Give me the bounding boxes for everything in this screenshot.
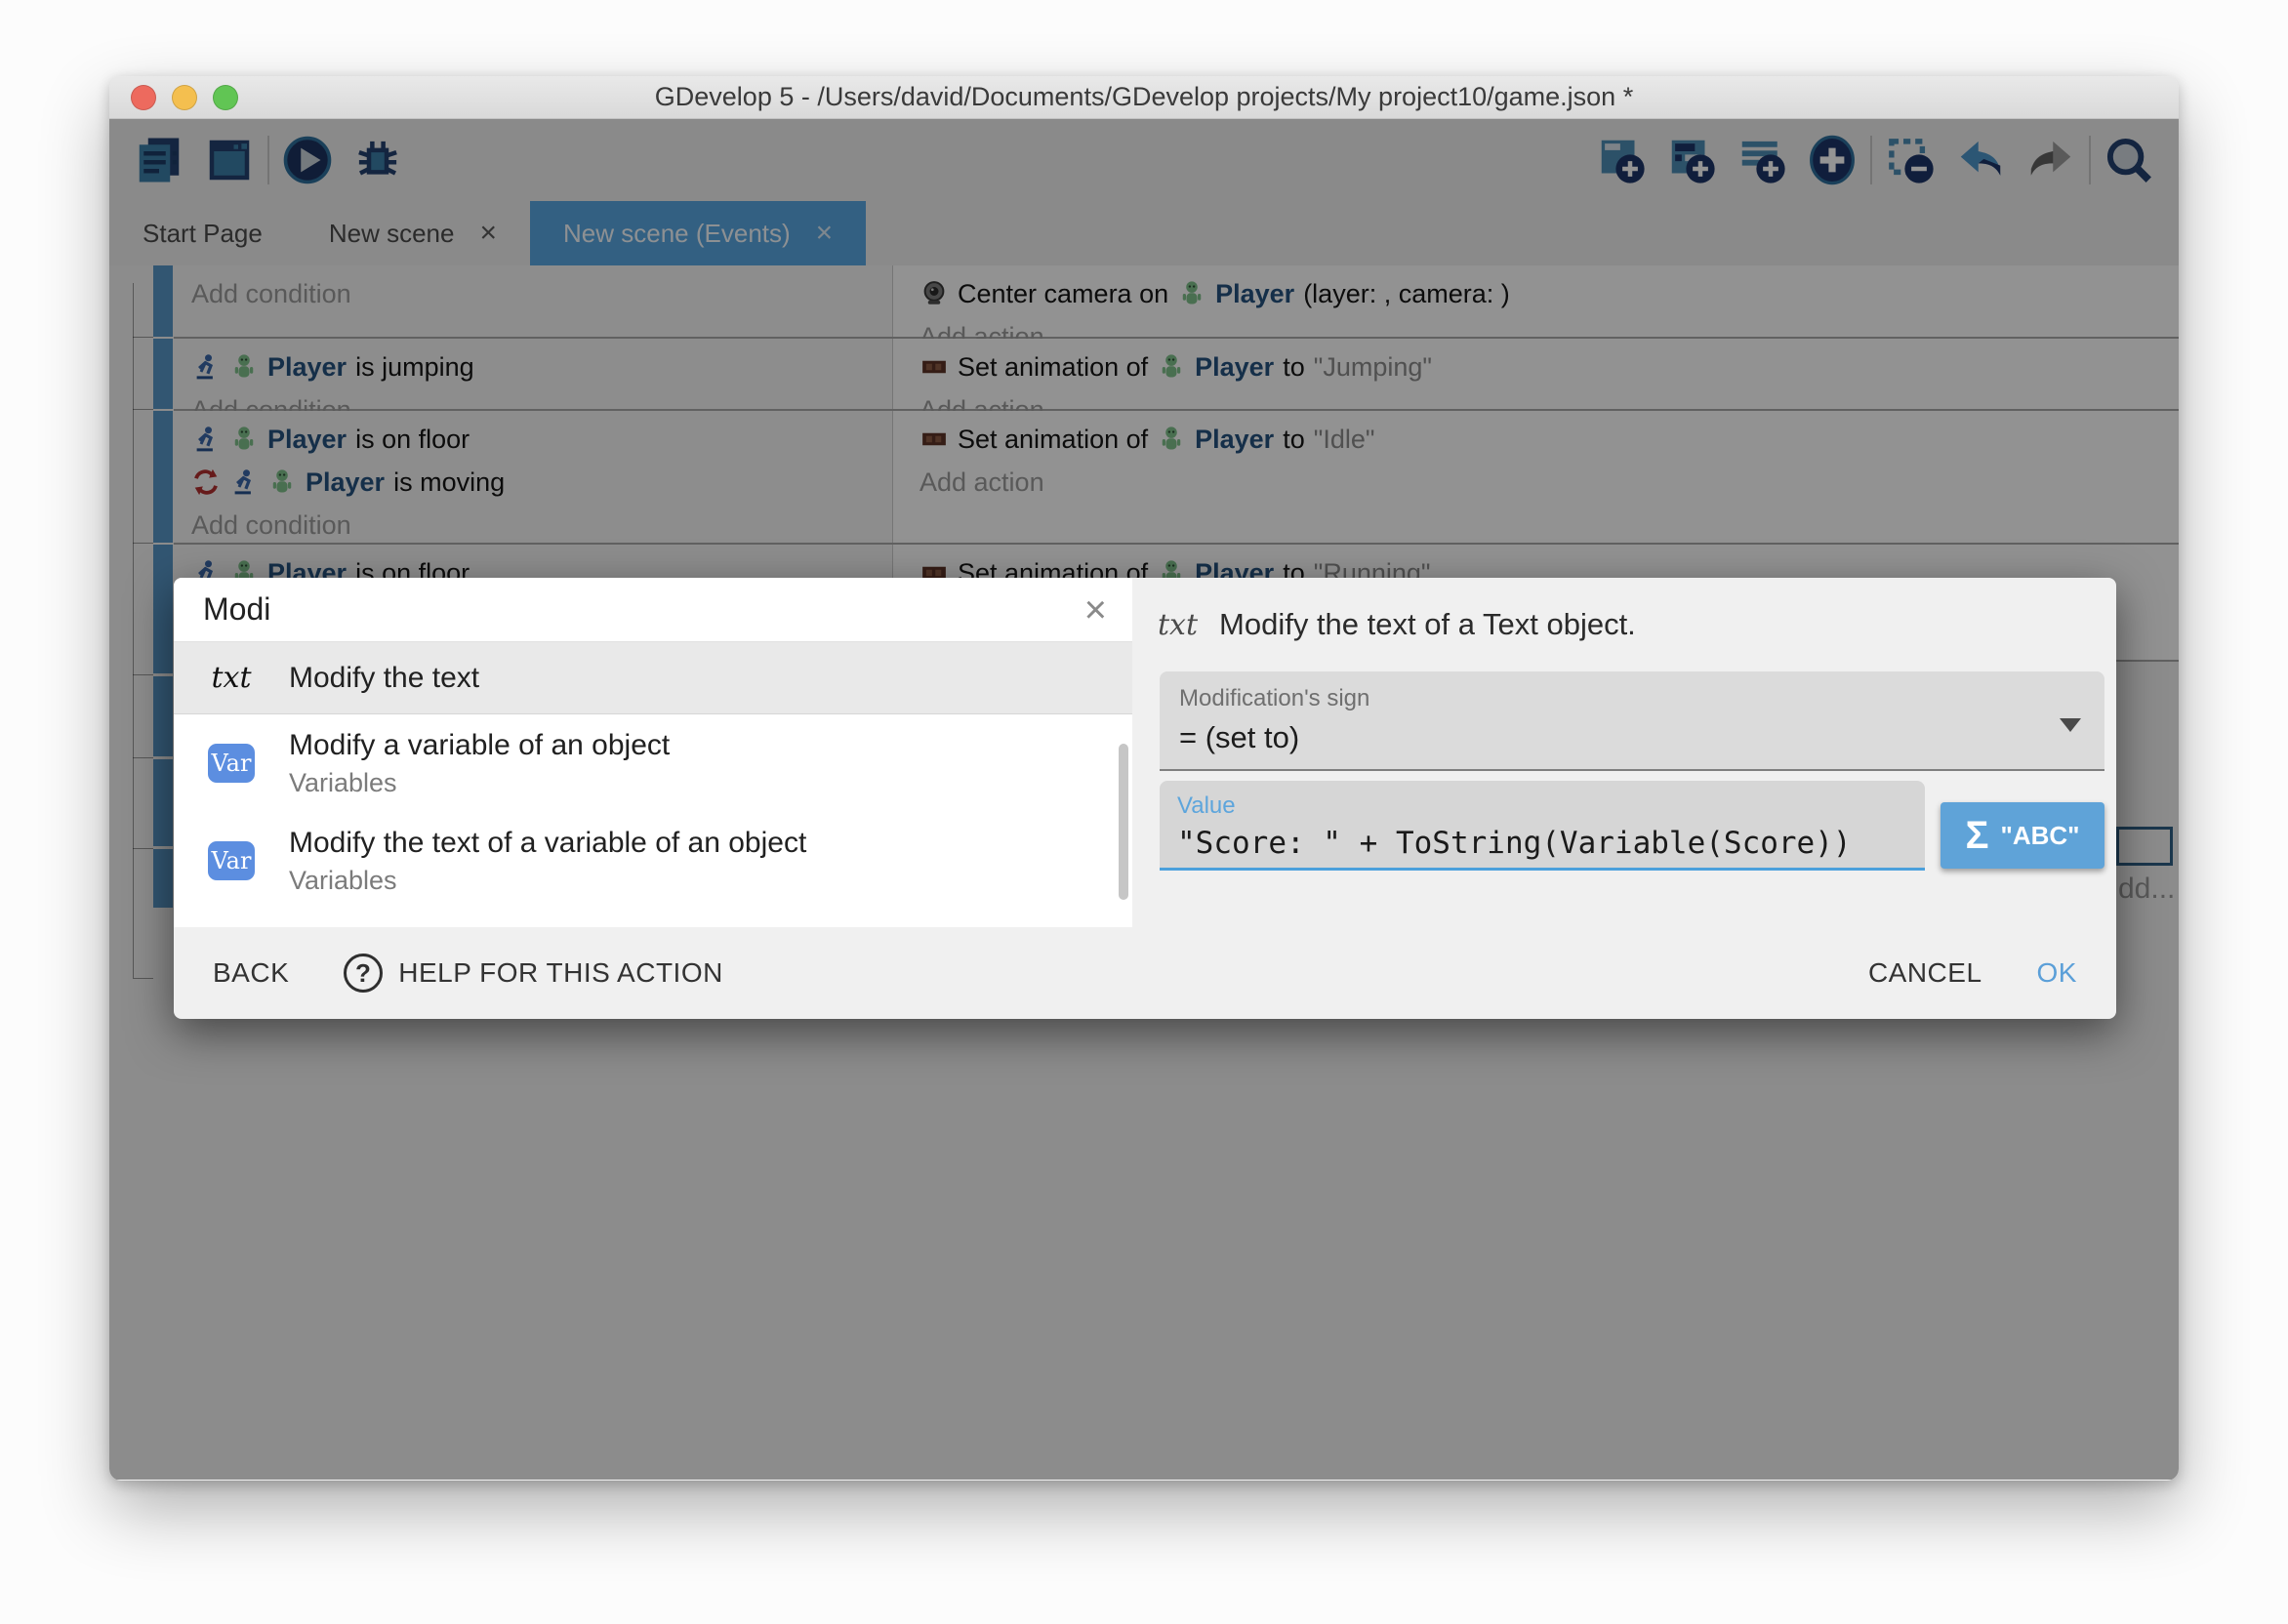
- action-list-item-modify-text[interactable]: txt Modify the text: [174, 642, 1132, 714]
- variable-action-icon: Var: [208, 841, 255, 880]
- action-list-item-modify-variable[interactable]: Var Modify a variable of an object Varia…: [174, 714, 1132, 812]
- action-item-title: Modify a variable of an object: [289, 729, 1132, 762]
- minimize-window-button[interactable]: [172, 85, 197, 110]
- gdevelop-window: GDevelop 5 - /Users/david/Documents/GDev…: [109, 76, 2179, 1481]
- help-icon: ?: [344, 954, 383, 993]
- action-item-group: Variables: [289, 768, 1132, 798]
- search-row: ×: [174, 578, 1132, 642]
- back-button[interactable]: BACK: [213, 957, 289, 989]
- help-button[interactable]: ? HELP FOR THIS ACTION: [344, 954, 723, 993]
- action-title: Modify the text of a Text object.: [1219, 607, 1636, 642]
- text-action-icon: txt: [1158, 608, 1198, 642]
- sigma-icon: Σ: [1966, 816, 1989, 855]
- ok-button[interactable]: OK: [2037, 957, 2077, 989]
- value-text-field[interactable]: Value: [1160, 781, 1925, 871]
- close-window-button[interactable]: [131, 85, 156, 110]
- list-scrollbar[interactable]: [1119, 744, 1128, 900]
- action-parameters-panel: txt Modify the text of a Text object. Mo…: [1132, 578, 2116, 927]
- action-item-title: Modify the text of a variable of an obje…: [289, 827, 1132, 860]
- action-editor-dialog: × txt Modify the text Var Modify a va: [174, 578, 2116, 1019]
- action-item-title: Modify the text: [289, 662, 1132, 695]
- window-title: GDevelop 5 - /Users/david/Documents/GDev…: [109, 82, 2179, 112]
- value-expression-input[interactable]: [1177, 826, 1907, 861]
- modification-sign-select[interactable]: Modification's sign = (set to): [1160, 671, 2104, 771]
- dialog-action-bar: BACK ? HELP FOR THIS ACTION CANCEL OK: [174, 927, 2116, 1019]
- field-label: Value: [1177, 792, 1907, 820]
- selected-sign: = (set to): [1179, 720, 2085, 755]
- titlebar: GDevelop 5 - /Users/david/Documents/GDev…: [109, 76, 2179, 119]
- text-action-icon: txt: [211, 661, 251, 695]
- action-search-input[interactable]: [203, 591, 1084, 628]
- field-label: Modification's sign: [1179, 685, 2085, 712]
- action-search-panel: × txt Modify the text Var Modify a va: [174, 578, 1132, 927]
- open-expression-editor-button[interactable]: Σ "ABC": [1941, 802, 2104, 869]
- variable-action-icon: Var: [208, 744, 255, 783]
- action-list-item-modify-text-variable[interactable]: Var Modify the text of a variable of an …: [174, 812, 1132, 910]
- cancel-button[interactable]: CANCEL: [1868, 957, 1982, 989]
- clear-search-icon[interactable]: ×: [1084, 590, 1107, 629]
- action-item-group: Variables: [289, 866, 1132, 896]
- chevron-down-icon: [2060, 718, 2081, 732]
- zoom-window-button[interactable]: [213, 85, 238, 110]
